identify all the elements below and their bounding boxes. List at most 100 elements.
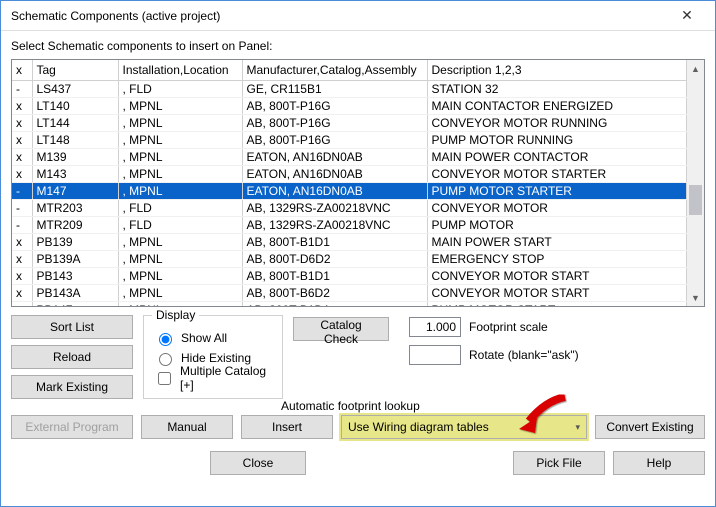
table-row[interactable]: xPB143, MPNLAB, 800T-B1D1CONVEYOR MOTOR …	[12, 267, 687, 284]
cell-x: x	[12, 267, 32, 284]
chevron-down-icon: ▾	[575, 422, 580, 433]
col-mfg[interactable]: Manufacturer,Catalog,Assembly	[242, 60, 427, 80]
table-row[interactable]: xPB147, MPNLAB, 800T-B1D1PUMP MOTOR STAR…	[12, 301, 687, 306]
table-row[interactable]: xLT140, MPNLAB, 800T-P16GMAIN CONTACTOR …	[12, 97, 687, 114]
cell-mfg: EATON, AN16DN0AB	[242, 165, 427, 182]
pick-file-button[interactable]: Pick File	[513, 451, 605, 475]
cell-tag: PB139	[32, 233, 118, 250]
convert-existing-button[interactable]: Convert Existing	[595, 415, 705, 439]
cell-desc: CONVEYOR MOTOR STARTER	[427, 165, 687, 182]
insert-button[interactable]: Insert	[241, 415, 333, 439]
cell-mfg: AB, 800T-P16G	[242, 114, 427, 131]
multiple-catalog-label: Multiple Catalog [+]	[180, 364, 272, 392]
cell-tag: PB147	[32, 301, 118, 306]
cell-desc: CONVEYOR MOTOR	[427, 199, 687, 216]
close-icon[interactable]: ✕	[667, 2, 707, 30]
table-row[interactable]: xM143, MPNLEATON, AN16DN0ABCONVEYOR MOTO…	[12, 165, 687, 182]
table-row[interactable]: -M147, MPNLEATON, AN16DN0ABPUMP MOTOR ST…	[12, 182, 687, 199]
cell-desc: MAIN CONTACTOR ENERGIZED	[427, 97, 687, 114]
cell-inst: , FLD	[118, 216, 242, 233]
lookup-dropdown[interactable]: Use Wiring diagram tables ▾	[341, 415, 587, 439]
scroll-up-icon[interactable]: ▲	[687, 60, 704, 77]
scroll-down-icon[interactable]: ▼	[687, 289, 704, 306]
manual-button[interactable]: Manual	[141, 415, 233, 439]
table-row[interactable]: xPB139, MPNLAB, 800T-B1D1MAIN POWER STAR…	[12, 233, 687, 250]
catalog-check-button[interactable]: Catalog Check	[293, 317, 389, 341]
cell-desc: PUMP MOTOR	[427, 216, 687, 233]
cell-inst: , MPNL	[118, 233, 242, 250]
grid-header: x Tag Installation,Location Manufacturer…	[12, 60, 687, 80]
cell-mfg: AB, 1329RS-ZA00218VNC	[242, 199, 427, 216]
table-row[interactable]: xM139, MPNLEATON, AN16DN0ABMAIN POWER CO…	[12, 148, 687, 165]
cell-tag: PB139A	[32, 250, 118, 267]
reload-button[interactable]: Reload	[11, 345, 133, 369]
cell-desc: STATION 32	[427, 80, 687, 97]
cell-tag: PB143	[32, 267, 118, 284]
cell-tag: LT148	[32, 131, 118, 148]
table-row[interactable]: xLT148, MPNLAB, 800T-P16GPUMP MOTOR RUNN…	[12, 131, 687, 148]
show-all-radio[interactable]: Show All	[154, 328, 272, 348]
cell-inst: , MPNL	[118, 97, 242, 114]
col-tag[interactable]: Tag	[32, 60, 118, 80]
col-desc[interactable]: Description 1,2,3	[427, 60, 687, 80]
cell-mfg: AB, 800T-P16G	[242, 131, 427, 148]
external-program-button: External Program	[11, 415, 133, 439]
cell-tag: PB143A	[32, 284, 118, 301]
cell-x: x	[12, 284, 32, 301]
help-button[interactable]: Help	[613, 451, 705, 475]
cell-tag: LT144	[32, 114, 118, 131]
component-grid: x Tag Installation,Location Manufacturer…	[11, 59, 705, 307]
table-row[interactable]: -LS437, FLDGE, CR115B1STATION 32	[12, 80, 687, 97]
table-row[interactable]: xPB143A, MPNLAB, 800T-B6D2CONVEYOR MOTOR…	[12, 284, 687, 301]
cell-inst: , MPNL	[118, 250, 242, 267]
cell-x: x	[12, 131, 32, 148]
cell-mfg: AB, 800T-B1D1	[242, 233, 427, 250]
table-row[interactable]: -MTR209, FLDAB, 1329RS-ZA00218VNCPUMP MO…	[12, 216, 687, 233]
scroll-thumb[interactable]	[689, 185, 702, 215]
hide-existing-radio-input[interactable]	[159, 353, 172, 366]
cell-desc: PUMP MOTOR STARTER	[427, 182, 687, 199]
cell-x: -	[12, 80, 32, 97]
close-button[interactable]: Close	[210, 451, 306, 475]
table-row[interactable]: xPB139A, MPNLAB, 800T-D6D2EMERGENCY STOP	[12, 250, 687, 267]
display-group: Display Show All Hide Existing Multiple …	[143, 315, 283, 399]
instruction-text: Select Schematic components to insert on…	[11, 39, 705, 53]
cell-inst: , MPNL	[118, 267, 242, 284]
col-inst[interactable]: Installation,Location	[118, 60, 242, 80]
show-all-radio-input[interactable]	[159, 333, 172, 346]
cell-x: x	[12, 148, 32, 165]
window-title: Schematic Components (active project)	[11, 9, 667, 23]
cell-inst: , MPNL	[118, 114, 242, 131]
auto-lookup-label: Automatic footprint lookup	[281, 399, 420, 413]
cell-mfg: AB, 800T-P16G	[242, 97, 427, 114]
grid-scrollbar[interactable]: ▲ ▼	[687, 60, 704, 306]
cell-mfg: AB, 800T-B1D1	[242, 301, 427, 306]
cell-mfg: EATON, AN16DN0AB	[242, 148, 427, 165]
cell-tag: M139	[32, 148, 118, 165]
cell-x: -	[12, 216, 32, 233]
cell-mfg: AB, 1329RS-ZA00218VNC	[242, 216, 427, 233]
cell-desc: CONVEYOR MOTOR RUNNING	[427, 114, 687, 131]
cell-desc: MAIN POWER CONTACTOR	[427, 148, 687, 165]
cell-x: x	[12, 250, 32, 267]
cell-mfg: GE, CR115B1	[242, 80, 427, 97]
rotate-input[interactable]	[409, 345, 461, 365]
footprint-scale-label: Footprint scale	[469, 320, 548, 334]
display-legend: Display	[152, 308, 199, 322]
cell-inst: , MPNL	[118, 165, 242, 182]
col-x[interactable]: x	[12, 60, 32, 80]
scroll-track[interactable]	[687, 77, 704, 289]
table-row[interactable]: -MTR203, FLDAB, 1329RS-ZA00218VNCCONVEYO…	[12, 199, 687, 216]
cell-mfg: AB, 800T-B6D2	[242, 284, 427, 301]
cell-desc: PUMP MOTOR START	[427, 301, 687, 306]
cell-desc: EMERGENCY STOP	[427, 250, 687, 267]
multiple-catalog-input[interactable]	[158, 372, 171, 385]
mark-existing-button[interactable]: Mark Existing	[11, 375, 133, 399]
cell-mfg: AB, 800T-D6D2	[242, 250, 427, 267]
footprint-scale-input[interactable]	[409, 317, 461, 337]
multiple-catalog-check[interactable]: Multiple Catalog [+]	[154, 368, 272, 388]
table-row[interactable]: xLT144, MPNLAB, 800T-P16GCONVEYOR MOTOR …	[12, 114, 687, 131]
cell-mfg: AB, 800T-B1D1	[242, 267, 427, 284]
sort-list-button[interactable]: Sort List	[11, 315, 133, 339]
cell-x: -	[12, 182, 32, 199]
